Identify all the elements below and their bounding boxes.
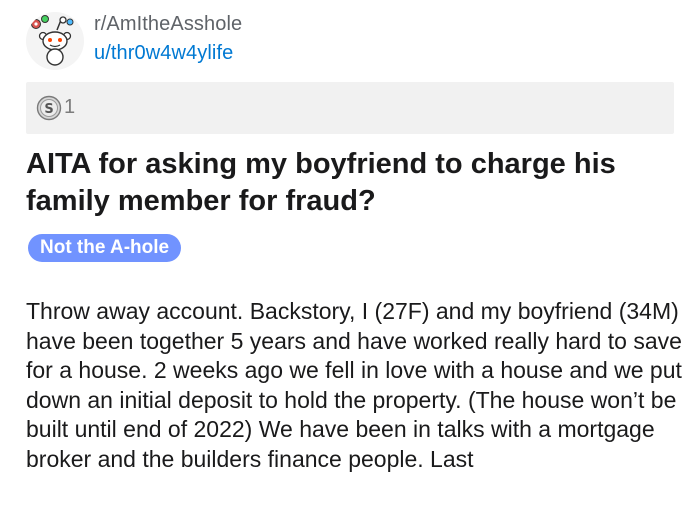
award-count: 1 [64, 96, 76, 118]
reddit-snoo-avatar-icon[interactable] [26, 12, 84, 70]
post-title: AITA for asking my boyfriend to charge h… [26, 148, 616, 217]
silver-award-icon: S [36, 95, 62, 121]
author-username[interactable]: u/thr0w4w4ylife [94, 42, 233, 65]
svg-text:S: S [44, 102, 53, 117]
post-header: r/AmItheAsshole u/thr0w4w4ylife [0, 0, 700, 80]
subreddit-name[interactable]: r/AmItheAsshole [94, 13, 242, 36]
post-body: Throw away account. Backstory, I (27F) a… [26, 298, 682, 472]
awards-bar[interactable]: S 1 [26, 82, 674, 134]
post-flair-badge[interactable]: Not the A-hole [28, 234, 182, 262]
